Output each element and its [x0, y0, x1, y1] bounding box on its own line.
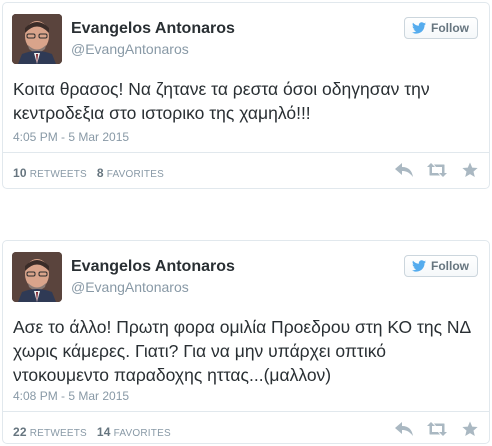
timestamp[interactable]: 4:05 PM - 5 Mar 2015	[13, 130, 129, 144]
tweet-card: Evangelos Antonaros @EvangAntonaros Foll…	[2, 2, 490, 189]
retweet-count-label: RETWEETS	[29, 169, 87, 180]
follow-button[interactable]: Follow	[404, 17, 478, 39]
favorite-count[interactable]: 14 FAVORITES	[96, 425, 171, 439]
favorite-count-number: 14	[96, 425, 111, 439]
tweet-stats: 10 RETWEETS 8 FAVORITES	[13, 166, 171, 180]
divider	[3, 411, 489, 412]
author-handle[interactable]: @EvangAntonaros	[71, 41, 189, 57]
retweet-count-number: 10	[13, 166, 27, 180]
reply-icon[interactable]	[394, 161, 414, 179]
tweet-text: Κοιτα θρασος! Να ζητανε τα ρεστα όσοι οδ…	[13, 79, 430, 123]
retweet-count[interactable]: 10 RETWEETS	[13, 166, 87, 180]
tweet-actions	[394, 420, 480, 438]
star-icon[interactable]	[460, 161, 480, 179]
retweet-icon[interactable]	[427, 161, 447, 179]
retweet-count-number: 22	[13, 425, 27, 439]
retweet-count[interactable]: 22 RETWEETS	[13, 425, 87, 439]
favorite-count[interactable]: 8 FAVORITES	[96, 166, 164, 180]
retweet-icon[interactable]	[427, 420, 447, 438]
follow-button[interactable]: Follow	[404, 255, 478, 277]
tweet-stats: 22 RETWEETS 14 FAVORITES	[13, 425, 178, 439]
twitter-bird-icon	[412, 260, 426, 272]
tweet-actions	[394, 161, 480, 179]
author-handle[interactable]: @EvangAntonaros	[71, 279, 189, 295]
star-icon[interactable]	[460, 420, 480, 438]
reply-icon[interactable]	[394, 420, 414, 438]
favorite-count-label: FAVORITES	[113, 428, 171, 439]
favorite-count-number: 8	[96, 166, 104, 180]
twitter-bird-icon	[412, 22, 426, 34]
timestamp[interactable]: 4:08 PM - 5 Mar 2015	[13, 389, 129, 403]
author-name[interactable]: Evangelos Antonaros	[71, 20, 235, 38]
avatar[interactable]	[12, 14, 62, 64]
retweet-count-label: RETWEETS	[29, 428, 87, 439]
author-name[interactable]: Evangelos Antonaros	[71, 258, 235, 276]
follow-label: Follow	[431, 21, 469, 35]
follow-label: Follow	[431, 259, 469, 273]
divider	[3, 152, 489, 153]
favorite-count-label: FAVORITES	[106, 169, 164, 180]
tweet-text: Ασε το άλλο! Πρωτη φορα ομιλία Προεδρου …	[13, 317, 471, 385]
avatar[interactable]	[12, 252, 62, 302]
tweet-card: Evangelos Antonaros @EvangAntonaros Foll…	[2, 240, 490, 444]
